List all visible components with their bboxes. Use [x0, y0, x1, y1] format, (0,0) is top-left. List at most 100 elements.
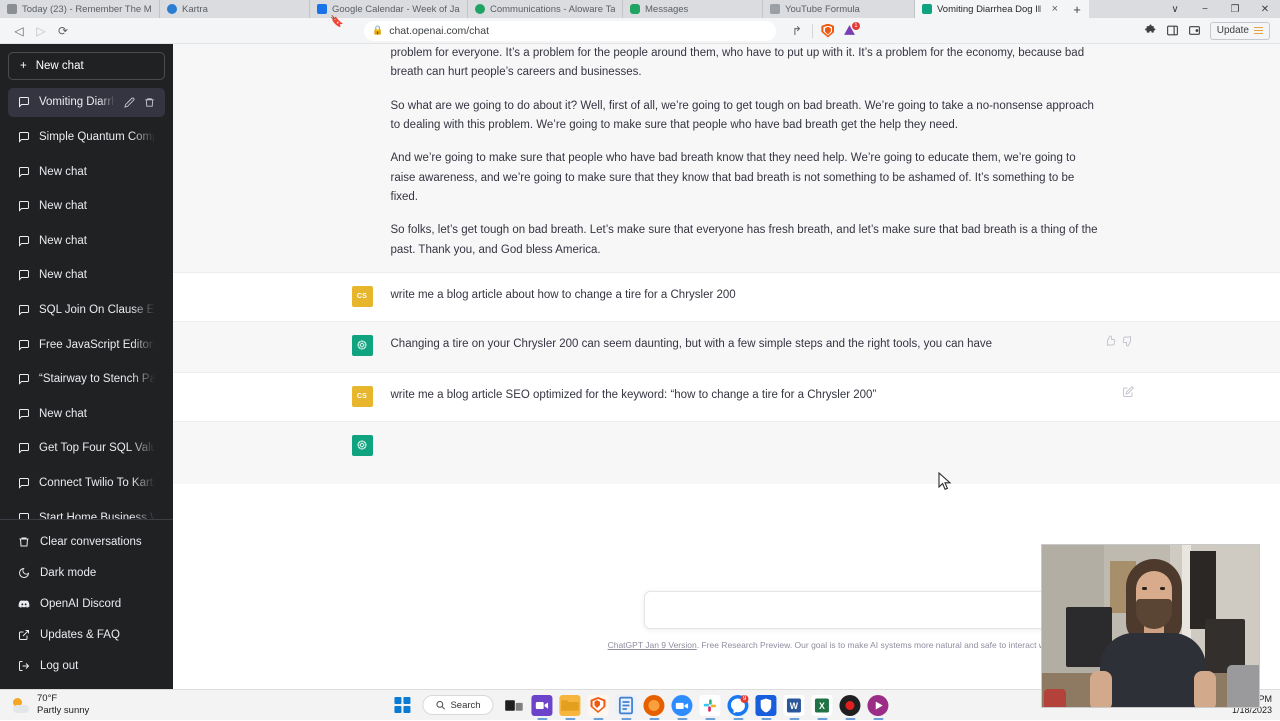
forward-button[interactable]: ▷	[30, 20, 52, 42]
logout-icon	[18, 660, 30, 672]
browser-tab-strip: Today (23) - Remember The Milk Kartra Go…	[0, 0, 1280, 18]
taskbar-weather-widget[interactable]: 70°F Partly sunny	[0, 693, 99, 717]
browser-tab[interactable]: Kartra	[160, 0, 310, 18]
chat-bubble-icon	[18, 96, 30, 108]
window-maximize-button[interactable]: ❐	[1220, 0, 1250, 18]
chat-bubble-icon	[18, 200, 30, 212]
browser-tab[interactable]: Messages	[623, 0, 763, 18]
taskbar-app-strip: Search 9 W X	[391, 695, 888, 716]
conversation-item[interactable]: New chat	[8, 192, 165, 221]
openai-discord-link[interactable]: OpenAI Discord	[8, 588, 165, 619]
thumbs-up-icon[interactable]	[1104, 335, 1116, 347]
tab-close-icon[interactable]: ×	[1052, 4, 1058, 15]
conversation-label: New chat	[39, 166, 155, 178]
conversation-item[interactable]: Start Home Business With $10	[8, 503, 165, 519]
chat-message-user: CS write me a blog article SEO optimized…	[173, 373, 1280, 422]
zoom-app-icon[interactable]	[532, 695, 553, 716]
browser-tab[interactable]: Today (23) - Remember The Milk	[0, 0, 160, 18]
conversation-item[interactable]: New chat	[8, 157, 165, 186]
conversation-label: Get Top Four SQL Values	[39, 442, 155, 454]
brave-browser-icon[interactable]	[588, 695, 609, 716]
webcam-overlay[interactable]	[1041, 544, 1260, 708]
conversation-item[interactable]: New chat	[8, 226, 165, 255]
messenger-icon[interactable]: 9	[728, 695, 749, 716]
thumbs-down-icon[interactable]	[1122, 335, 1134, 347]
taskbar-search-button[interactable]: Search	[422, 695, 493, 715]
message-paragraph: problem for everyone. It’s a problem for…	[391, 44, 1102, 83]
updates-faq-link[interactable]: Updates & FAQ	[8, 619, 165, 650]
bitwarden-icon[interactable]	[756, 695, 777, 716]
sidebar-footer: Clear conversations Dark mode OpenAI Dis…	[0, 519, 173, 689]
edit-icon[interactable]	[124, 97, 135, 108]
record-icon[interactable]	[840, 695, 861, 716]
conversation-item[interactable]: SQL Join On Clause Error	[8, 295, 165, 324]
slack-icon[interactable]	[700, 695, 721, 716]
bookmark-icon[interactable]: 🔖	[330, 15, 344, 28]
reload-button[interactable]: ⟳	[52, 20, 74, 42]
message-body	[391, 435, 1102, 456]
dark-mode-toggle[interactable]: Dark mode	[8, 557, 165, 588]
conversation-item[interactable]: “Stairway to Stench Parody”	[8, 365, 165, 394]
word-icon[interactable]: W	[784, 695, 805, 716]
taskview-icon[interactable]	[504, 695, 525, 716]
window-close-button[interactable]: ✕	[1250, 0, 1280, 18]
file-explorer-icon[interactable]	[560, 695, 581, 716]
firefox-icon[interactable]	[644, 695, 665, 716]
window-controls: ∨ − ❐ ✕	[1160, 0, 1280, 18]
browser-tab[interactable]: YouTube Formula	[763, 0, 915, 18]
tab-label: Today (23) - Remember The Milk	[22, 4, 152, 15]
message-paragraph: So folks, let’s get tough on bad breath.…	[391, 221, 1102, 260]
tab-label: Vomiting Diarrhea Dog Illness	[937, 4, 1041, 15]
clear-conversations-button[interactable]: Clear conversations	[8, 526, 165, 557]
extensions-puzzle-icon[interactable]	[1140, 20, 1162, 42]
browser-tab-active[interactable]: Vomiting Diarrhea Dog Illness ×	[915, 0, 1065, 18]
update-button[interactable]: Update	[1210, 22, 1270, 40]
hamburger-menu-icon[interactable]	[1254, 27, 1263, 35]
message-body: problem for everyone. It’s a problem for…	[391, 44, 1102, 260]
brave-shield-icon[interactable]	[817, 20, 839, 42]
address-bar[interactable]: 🔒 chat.openai.com/chat	[364, 21, 776, 41]
message-paragraph: So what are we going to do about it? Wel…	[391, 97, 1102, 136]
moon-icon	[18, 567, 30, 579]
tab-favicon-icon	[475, 4, 485, 14]
tab-search-button[interactable]: ∨	[1160, 0, 1190, 18]
log-out-button[interactable]: Log out	[8, 650, 165, 681]
edit-icon[interactable]	[1122, 386, 1134, 398]
chat-bubble-icon	[18, 373, 30, 385]
new-chat-button[interactable]: + New chat	[8, 52, 165, 80]
share-icon[interactable]: ↱	[786, 20, 808, 42]
conversation-item[interactable]: Get Top Four SQL Values	[8, 434, 165, 463]
conversation-label: SQL Join On Clause Error	[39, 304, 155, 316]
lock-icon: 🔒	[372, 25, 383, 36]
conversation-item[interactable]: Simple Quantum Computing E	[8, 122, 165, 151]
side-panel-icon[interactable]	[1162, 20, 1184, 42]
conversation-item[interactable]: Connect Twilio To Kartra	[8, 468, 165, 497]
conversation-item[interactable]: New chat	[8, 399, 165, 428]
message-paragraph: write me a blog article about how to cha…	[391, 286, 1102, 305]
new-tab-button[interactable]: +	[1065, 0, 1089, 18]
conversation-label: New chat	[39, 200, 155, 212]
wallet-icon[interactable]	[1184, 20, 1206, 42]
conversation-item-active[interactable]: Vomiting Diarrhea Dog	[8, 88, 165, 117]
back-button[interactable]: ◁	[8, 20, 30, 42]
weather-condition: Partly sunny	[37, 705, 89, 717]
window-minimize-button[interactable]: −	[1190, 0, 1220, 18]
webcam-chair	[1227, 665, 1259, 707]
delete-icon[interactable]	[144, 97, 155, 108]
notepad-icon[interactable]	[616, 695, 637, 716]
start-button[interactable]	[391, 695, 412, 716]
zoom-meetings-icon[interactable]	[672, 695, 693, 716]
tab-label: Google Calendar - Week of January	[332, 4, 460, 15]
notification-badge: 1	[852, 22, 860, 30]
excel-icon[interactable]: X	[812, 695, 833, 716]
notifications-bell-icon[interactable]: 1	[839, 20, 861, 42]
browser-toolbar: ◁ ▷ ⟳ 🔖 🔒 chat.openai.com/chat ↱ 1 Updat…	[0, 18, 1280, 44]
user-avatar: CS	[352, 286, 373, 307]
footer-label: Dark mode	[40, 567, 96, 579]
conversation-item[interactable]: New chat	[8, 261, 165, 290]
version-link[interactable]: ChatGPT Jan 9 Version	[608, 640, 697, 650]
conversation-item[interactable]: Free JavaScript Editors	[8, 330, 165, 359]
media-player-icon[interactable]	[868, 695, 889, 716]
browser-tab[interactable]: Communications - Aloware Talk	[468, 0, 623, 18]
chatgpt-sidebar: + New chat Vomiting Diarrhea Dog Simple …	[0, 44, 173, 689]
